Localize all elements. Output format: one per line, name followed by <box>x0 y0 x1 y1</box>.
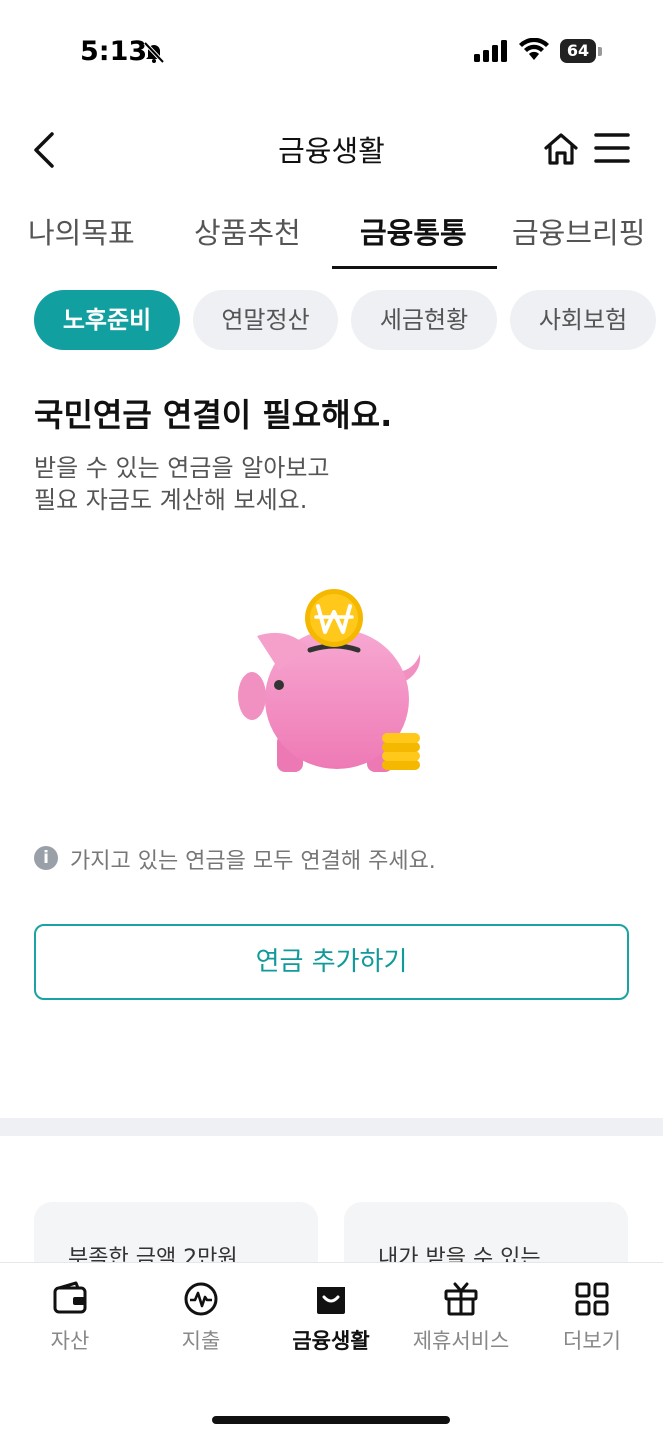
nav-label: 자산 <box>50 1329 90 1353</box>
section-divider <box>0 1118 663 1136</box>
nav-label: 더보기 <box>563 1329 621 1353</box>
info-text: 가지고 있는 연금을 모두 연결해 주세요. <box>70 849 436 874</box>
tab-finance-briefing[interactable]: 금융브리핑 <box>512 208 645 268</box>
chip-retirement-prep[interactable]: 노후준비 <box>34 290 180 350</box>
info-icon: i <box>34 846 58 870</box>
nav-label: 금융생활 <box>292 1329 370 1353</box>
chip-tax-status[interactable]: 세금현황 <box>351 290 497 350</box>
category-chips: 노후준비 연말정산 세금현황 사회보험 <box>0 290 663 352</box>
status-time: 5:13 <box>80 36 148 67</box>
app-header: 금융생활 <box>0 110 663 186</box>
tab-my-goals[interactable]: 나의목표 <box>28 208 135 268</box>
tab-finance-tongtong[interactable]: 금융통통 <box>360 208 467 268</box>
nav-assets[interactable]: 자산 <box>15 1281 125 1361</box>
summary-cards: 부족한 금액 2만원 내가 받을 수 있는 <box>0 1202 663 1262</box>
nav-label: 지출 <box>181 1329 221 1353</box>
gift-icon <box>444 1282 478 1316</box>
pulse-icon <box>184 1282 218 1316</box>
hamburger-menu-icon[interactable] <box>594 130 630 166</box>
home-icon[interactable] <box>542 130 580 168</box>
battery-tip <box>598 47 602 56</box>
grid-icon <box>575 1282 609 1316</box>
wifi-icon <box>519 38 549 60</box>
card-text: 부족한 금액 2만원 <box>68 1246 238 1262</box>
chip-year-end-tax[interactable]: 연말정산 <box>193 290 338 350</box>
home-indicator <box>212 1416 450 1424</box>
nav-partner-services[interactable]: 제휴서비스 <box>406 1281 516 1361</box>
subtext-line-1: 받을 수 있는 연금을 알아보고 <box>34 454 330 482</box>
subtext: 받을 수 있는 연금을 알아보고 필요 자금도 계산해 보세요. <box>34 452 329 516</box>
bell-muted-icon <box>143 41 165 64</box>
wallet-icon <box>53 1281 87 1314</box>
add-pension-button[interactable]: 연금 추가하기 <box>34 924 629 1000</box>
nav-more[interactable]: 더보기 <box>537 1281 647 1361</box>
card-text: 내가 받을 수 있는 <box>378 1246 541 1262</box>
main-tabs: 나의목표 상품추천 금융통통 금융브리핑 <box>0 208 663 274</box>
active-tab-indicator <box>332 266 497 269</box>
piggy-bank-icon <box>238 589 421 772</box>
shortfall-card[interactable]: 부족한 금액 2만원 <box>34 1202 318 1262</box>
status-bar: 5:13 64 <box>0 0 663 100</box>
tab-product-recommendations[interactable]: 상품추천 <box>194 208 301 268</box>
cellular-signal-icon <box>474 40 507 62</box>
shopping-bag-icon <box>317 1287 345 1314</box>
headline: 국민연금 연결이 필요해요. <box>34 396 393 434</box>
receivable-card[interactable]: 내가 받을 수 있는 <box>344 1202 628 1262</box>
nav-spending[interactable]: 지출 <box>146 1281 256 1361</box>
nav-label: 제휴서비스 <box>412 1329 510 1353</box>
bottom-navigation: 자산 지출 금융생활 제휴서비스 더보기 <box>0 1262 663 1441</box>
subtext-line-2: 필요 자금도 계산해 보세요. <box>34 486 308 514</box>
nav-finance-life[interactable]: 금융생활 <box>276 1281 386 1361</box>
chip-social-insurance[interactable]: 사회보험 <box>510 290 656 350</box>
battery-indicator: 64 <box>560 39 596 63</box>
